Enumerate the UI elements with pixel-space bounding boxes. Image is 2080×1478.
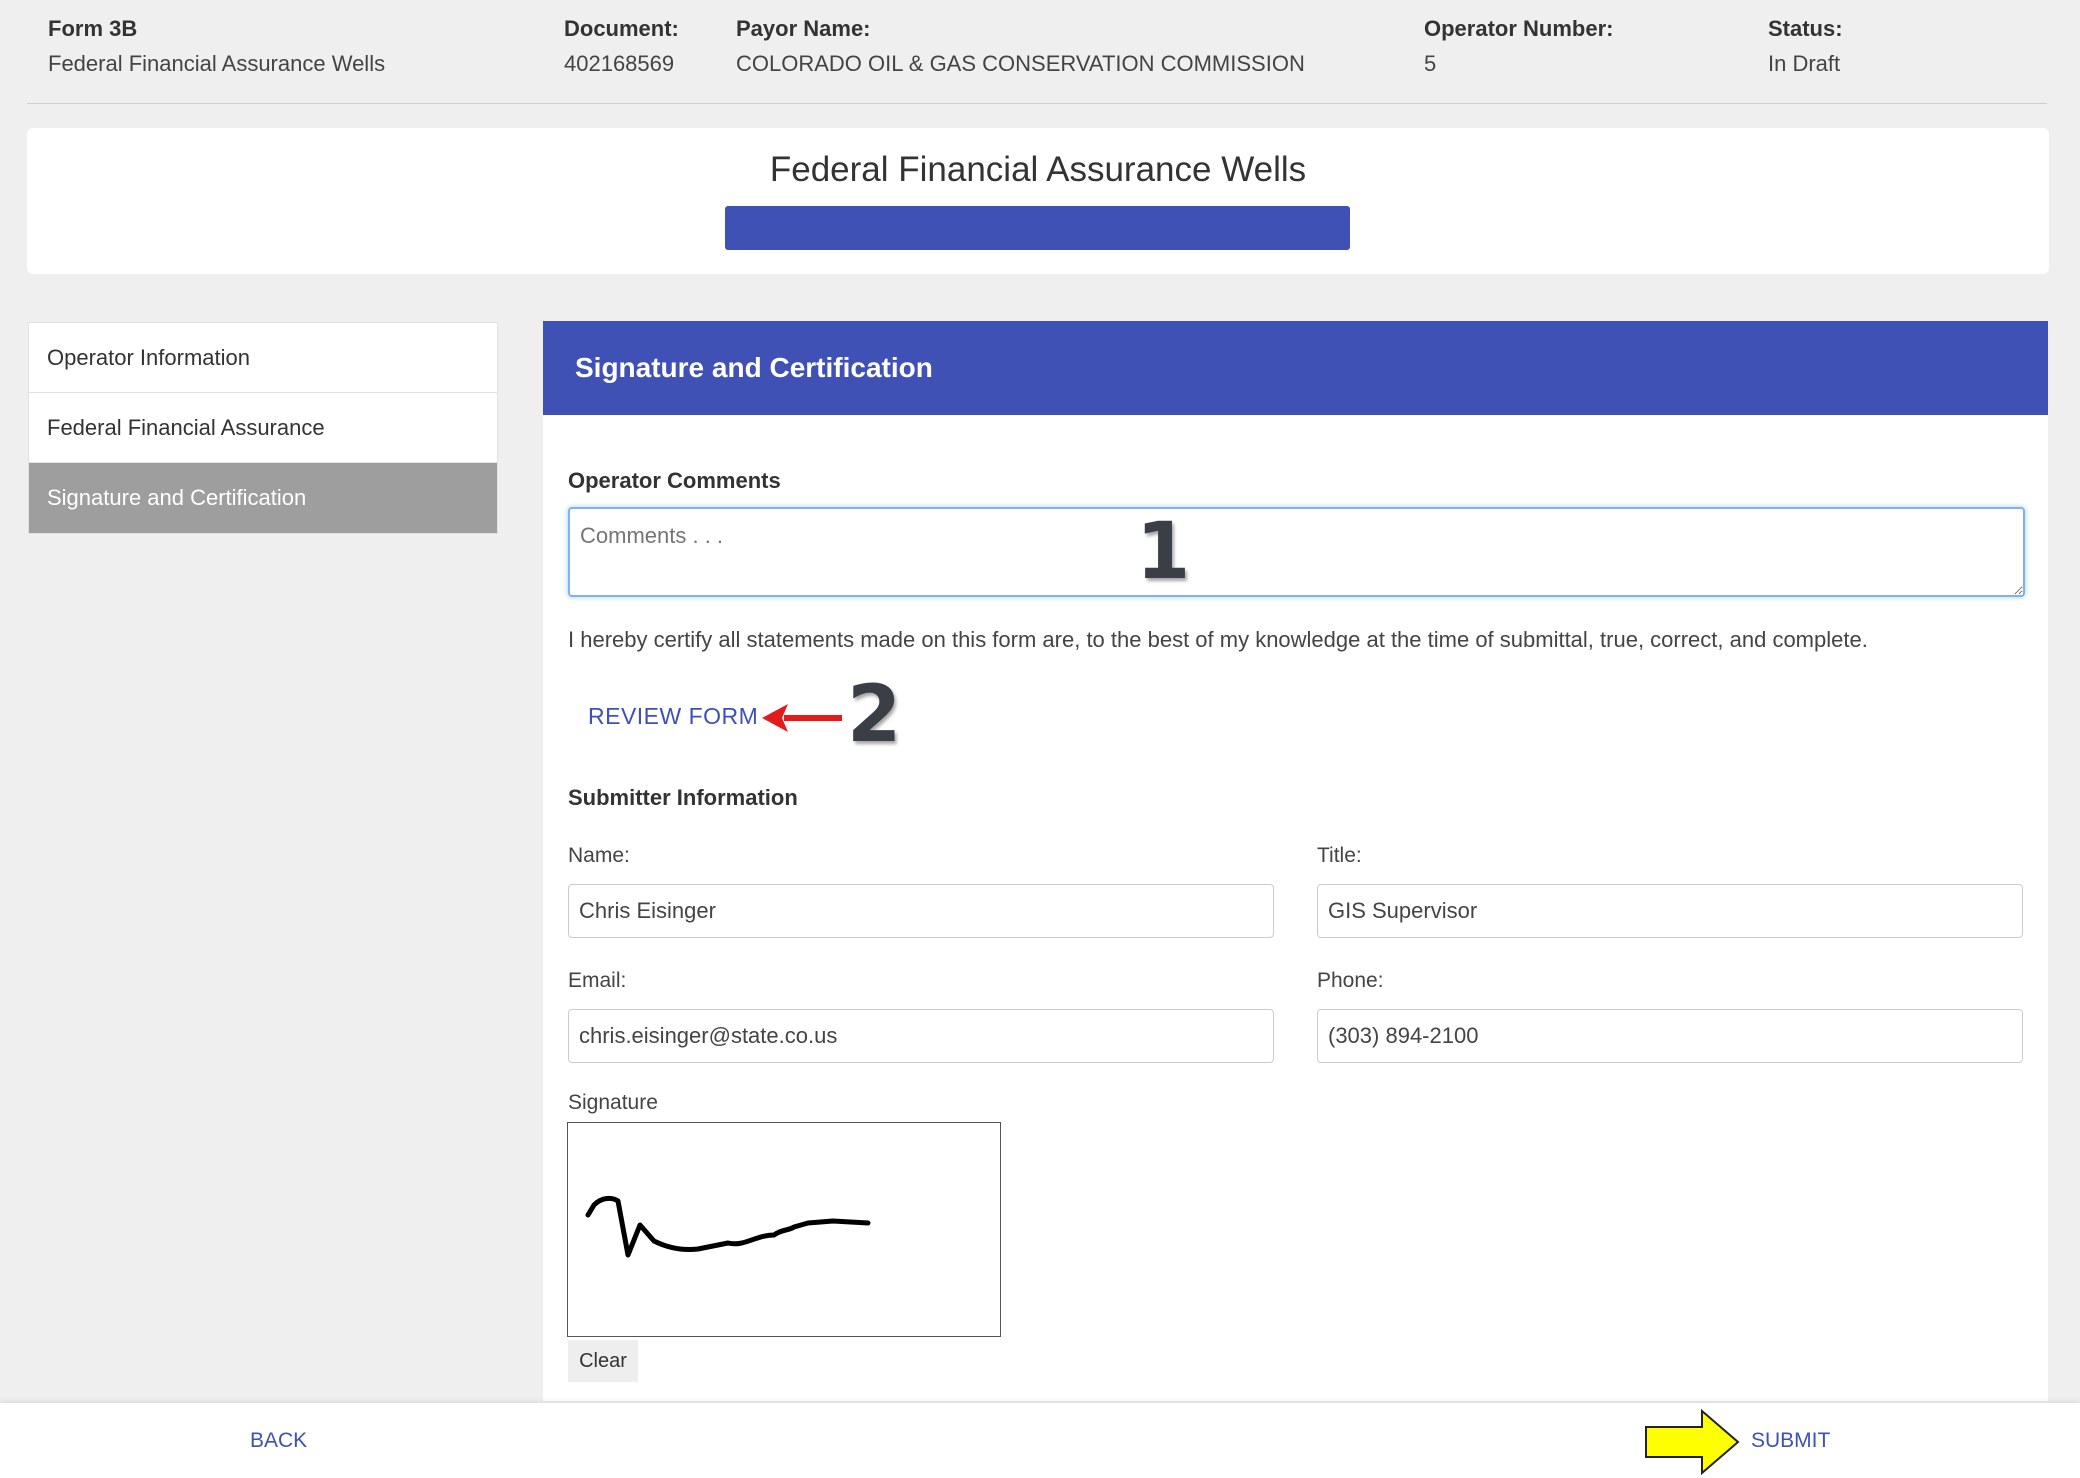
panel-heading: Signature and Certification (543, 321, 2048, 415)
yellow-arrow-icon (1645, 1409, 1740, 1475)
payor-label: Payor Name: (736, 16, 871, 41)
email-field[interactable] (568, 1009, 1274, 1063)
document-info: Document: 402168569 (564, 14, 679, 84)
status-value: In Draft (1768, 51, 1841, 76)
name-label: Name: (568, 844, 630, 867)
signature-label: Signature (568, 1091, 658, 1114)
document-label: Document: (564, 16, 679, 41)
progress-bar (725, 206, 1350, 250)
operator-comments-label: Operator Comments (568, 468, 781, 493)
title-field[interactable] (1317, 884, 2023, 938)
submit-button[interactable]: SUBMIT (1751, 1429, 1830, 1453)
page-title: Federal Financial Assurance Wells (769, 150, 1307, 189)
submitter-info-heading: Submitter Information (568, 785, 798, 810)
title-card: Federal Financial Assurance Wells (27, 128, 2049, 274)
form-value: Federal Financial Assurance Wells (48, 51, 386, 76)
annotation-step-2: 2 (847, 670, 902, 760)
operator-info: Operator Number: 5 (1424, 14, 1613, 84)
phone-label: Phone: (1317, 969, 1384, 992)
red-arrow-icon (762, 704, 842, 732)
footer-bar: BACK SUBMIT (0, 1402, 2080, 1478)
operator-comments-input[interactable] (568, 507, 2025, 597)
form-label: Form 3B (48, 16, 138, 41)
nav-item-signature-and-certification[interactable]: Signature and Certification (29, 463, 497, 533)
title-label: Title: (1317, 844, 1362, 867)
payor-info: Payor Name: COLORADO OIL & GAS CONSERVAT… (736, 14, 1305, 84)
operator-number-label: Operator Number: (1424, 16, 1614, 41)
signature-panel: Signature and Certification Operator Com… (543, 321, 2048, 1401)
nav-item-operator-information[interactable]: Operator Information (29, 323, 497, 393)
document-value: 402168569 (564, 51, 675, 76)
nav-item-federal-financial-assurance[interactable]: Federal Financial Assurance (29, 393, 497, 463)
form-header: Form 3B Federal Financial Assurance Well… (27, 0, 2047, 104)
review-form-button[interactable]: REVIEW FORM (588, 703, 758, 730)
back-button[interactable]: BACK (250, 1429, 307, 1453)
form-info: Form 3B Federal Financial Assurance Well… (48, 14, 385, 84)
status-label: Status: (1768, 16, 1843, 41)
annotation-step-1: 1 (1136, 507, 1191, 597)
phone-field[interactable] (1317, 1009, 2023, 1063)
section-nav: Operator Information Federal Financial A… (28, 322, 498, 534)
signature-pad[interactable] (567, 1122, 1001, 1337)
progress-bar-fill (725, 206, 1350, 250)
payor-value: COLORADO OIL & GAS CONSERVATION COMMISSI… (736, 51, 1305, 76)
signature-stroke (585, 1195, 871, 1258)
clear-signature-button[interactable]: Clear (568, 1340, 638, 1382)
email-label: Email: (568, 969, 627, 992)
certification-statement: I hereby certify all statements made on … (568, 627, 1868, 652)
status-info: Status: In Draft (1768, 14, 1843, 84)
operator-number-value: 5 (1424, 51, 1437, 76)
name-field[interactable] (568, 884, 1274, 938)
